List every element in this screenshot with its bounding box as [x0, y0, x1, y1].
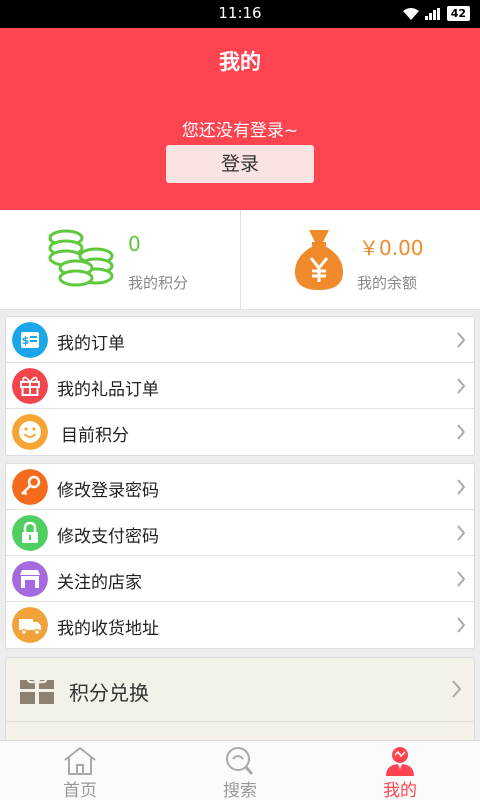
points-label: 我的积分 — [128, 274, 189, 292]
menu-item-followed-stores[interactable]: 关注的店家 — [6, 556, 474, 602]
smiley-icon — [12, 414, 48, 450]
tab-me[interactable]: 我的 — [320, 741, 480, 800]
money-bag-icon — [295, 230, 343, 290]
menu-item-change-pay-password[interactable]: 修改支付密码 — [6, 510, 474, 556]
profile-header: 我的 您还没有登录~ 登录 — [0, 28, 480, 210]
gift-icon — [12, 368, 48, 404]
chevron-right-icon — [457, 332, 466, 348]
user-icon — [386, 747, 414, 776]
points-value: 0 — [128, 232, 141, 256]
balance-label: 我的余额 — [357, 274, 418, 292]
truck-icon — [12, 607, 48, 643]
points-exchange-item[interactable]: 积分兑换 — [5, 657, 475, 743]
login-notice: 您还没有登录~ — [181, 121, 299, 141]
menu-item-label: 修改登录密码 — [57, 481, 159, 501]
menu-item-change-login-password[interactable]: 修改登录密码 — [6, 464, 474, 510]
lock-icon — [12, 515, 48, 551]
menu-item-label: 我的订单 — [57, 334, 125, 354]
store-icon — [12, 561, 48, 597]
search-icon — [226, 747, 254, 775]
login-button[interactable]: 登录 — [166, 145, 314, 183]
menu-item-gift-orders[interactable]: 我的礼品订单 — [6, 363, 474, 409]
menu-item-shipping-address[interactable]: 我的收货地址 — [6, 602, 474, 648]
menu-item-label: 修改支付密码 — [57, 527, 159, 547]
menu-item-label: 我的收货地址 — [57, 619, 159, 639]
battery-indicator: 42 — [446, 6, 470, 21]
bottom-tab-bar: 首页 搜索 我的 — [0, 740, 480, 800]
chevron-right-icon — [457, 378, 466, 394]
balance-stat[interactable]: ￥0.00 我的余额 — [241, 210, 480, 310]
svg-text:$: $ — [22, 334, 30, 347]
gift-box-icon — [20, 676, 54, 704]
tab-home[interactable]: 首页 — [0, 741, 160, 800]
receipt-icon: $ — [12, 322, 48, 358]
chevron-right-icon — [457, 617, 466, 633]
menu-item-label: 关注的店家 — [57, 573, 142, 593]
coins-icon — [48, 229, 114, 287]
orders-menu: $ 我的订单 我的礼品订单 目前积分 — [5, 316, 475, 456]
tab-search[interactable]: 搜索 — [160, 741, 320, 800]
status-bar: 11:16 42 — [0, 0, 480, 28]
account-stats: 0 我的积分 ￥0.00 我的余额 — [0, 210, 480, 310]
chevron-right-icon — [457, 424, 466, 440]
signal-icon — [424, 7, 440, 20]
points-stat[interactable]: 0 我的积分 — [0, 210, 240, 310]
points-exchange-label: 积分兑换 — [69, 681, 149, 705]
menu-item-label: 目前积分 — [61, 426, 129, 446]
chevron-right-icon — [457, 479, 466, 495]
menu-item-label: 我的礼品订单 — [57, 380, 159, 400]
tab-label: 搜索 — [223, 781, 257, 800]
divider — [6, 721, 474, 722]
tab-label: 首页 — [63, 781, 97, 800]
chevron-right-icon — [457, 571, 466, 587]
page-title: 我的 — [219, 50, 261, 74]
balance-value: ￥0.00 — [359, 236, 424, 260]
system-icons: 42 — [402, 6, 470, 21]
key-icon — [12, 469, 48, 505]
home-icon — [64, 746, 96, 775]
settings-menu: 修改登录密码 修改支付密码 关注的店家 我的收货地址 — [5, 463, 475, 649]
chevron-right-icon — [457, 525, 466, 541]
menu-item-my-orders[interactable]: $ 我的订单 — [6, 317, 474, 363]
wifi-icon — [402, 7, 419, 20]
chevron-right-icon — [452, 680, 462, 698]
tab-label: 我的 — [383, 781, 417, 800]
menu-item-current-points[interactable]: 目前积分 — [6, 409, 474, 455]
